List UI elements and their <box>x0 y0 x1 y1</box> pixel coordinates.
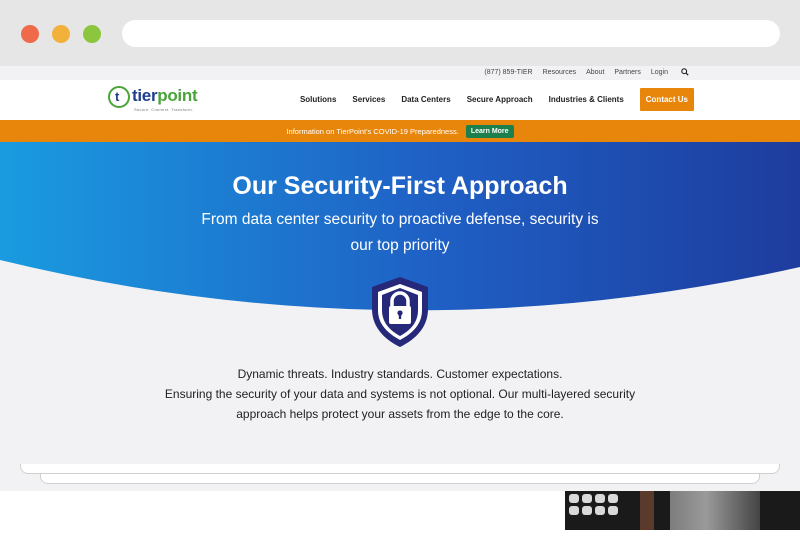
nav-item-services[interactable]: Services <box>352 95 385 104</box>
hero-subtitle: From data center security to proactive d… <box>201 211 599 254</box>
logo-mark-icon: t <box>108 86 130 108</box>
about-link[interactable]: About <box>586 69 604 76</box>
learn-more-button[interactable]: Learn More <box>465 124 514 138</box>
keypad-photo <box>565 491 800 530</box>
frame-edge <box>20 464 780 474</box>
logo-wordmark: tierpoint <box>132 86 198 105</box>
intro-line-1: Dynamic threats. Industry standards. Cus… <box>237 367 563 381</box>
covid-banner: Information on TierPoint's COVID-19 Prep… <box>0 120 800 142</box>
contact-us-button[interactable]: Contact Us <box>639 88 694 111</box>
resources-link[interactable]: Resources <box>543 69 576 76</box>
hero-title: Our Security-First Approach <box>232 172 568 200</box>
intro-line-2: Ensuring the security of your data and s… <box>164 387 636 421</box>
utility-links: (877) 859-TIER Resources About Partners … <box>484 69 690 76</box>
nav-item-solutions[interactable]: Solutions <box>300 95 336 104</box>
minimize-window-button[interactable] <box>52 25 70 43</box>
login-link[interactable]: Login <box>651 69 668 76</box>
nav-item-secure-approach[interactable]: Secure Approach <box>467 95 533 104</box>
address-bar[interactable] <box>122 20 780 47</box>
search-icon[interactable] <box>681 68 689 76</box>
nav-item-data-centers[interactable]: Data Centers <box>401 95 450 104</box>
primary-nav-links: Solutions Services Data Centers Secure A… <box>300 88 694 111</box>
browser-chrome <box>0 0 800 66</box>
utility-bar: (877) 859-TIER Resources About Partners … <box>0 66 800 80</box>
tierpoint-logo[interactable]: t tierpoint Secure. Connect. Transform. <box>108 86 208 116</box>
logo-tagline: Secure. Connect. Transform. <box>134 107 194 112</box>
partners-link[interactable]: Partners <box>614 69 640 76</box>
close-window-button[interactable] <box>21 25 39 43</box>
main-navigation: t tierpoint Secure. Connect. Transform. … <box>0 80 800 120</box>
phone-link[interactable]: (877) 859-TIER <box>484 69 532 76</box>
hero-section: Our Security-First Approach From data ce… <box>0 142 800 491</box>
lock-shield-icon <box>372 277 428 347</box>
frame-edge-back <box>40 474 760 484</box>
maximize-window-button[interactable] <box>83 25 101 43</box>
intro-text: Dynamic threats. Industry standards. Cus… <box>150 364 650 424</box>
banner-text: Information on TierPoint's COVID-19 Prep… <box>286 126 459 136</box>
nav-item-industries-clients[interactable]: Industries & Clients <box>549 95 624 104</box>
